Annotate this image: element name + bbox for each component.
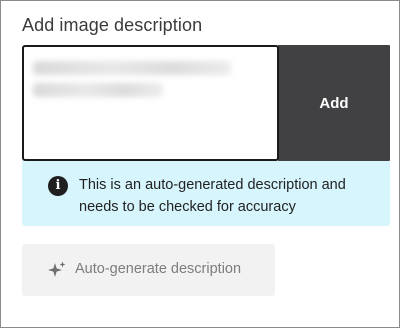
description-input-row: Add — [22, 45, 390, 161]
sparkle-icon — [47, 260, 67, 280]
notice-text: This is an auto-generated description an… — [79, 177, 346, 215]
auto-generate-description-button[interactable]: Auto-generate description — [22, 244, 275, 296]
add-button[interactable]: Add — [278, 45, 390, 161]
auto-generated-notice: i This is an auto-generated description … — [22, 161, 390, 226]
description-input[interactable] — [22, 45, 279, 161]
dialog-title: Add image description — [22, 15, 203, 35]
auto-generate-label: Auto-generate description — [75, 261, 242, 277]
info-icon: i — [48, 176, 68, 196]
add-image-description-dialog: Add image description Add i This is an a… — [0, 0, 400, 328]
